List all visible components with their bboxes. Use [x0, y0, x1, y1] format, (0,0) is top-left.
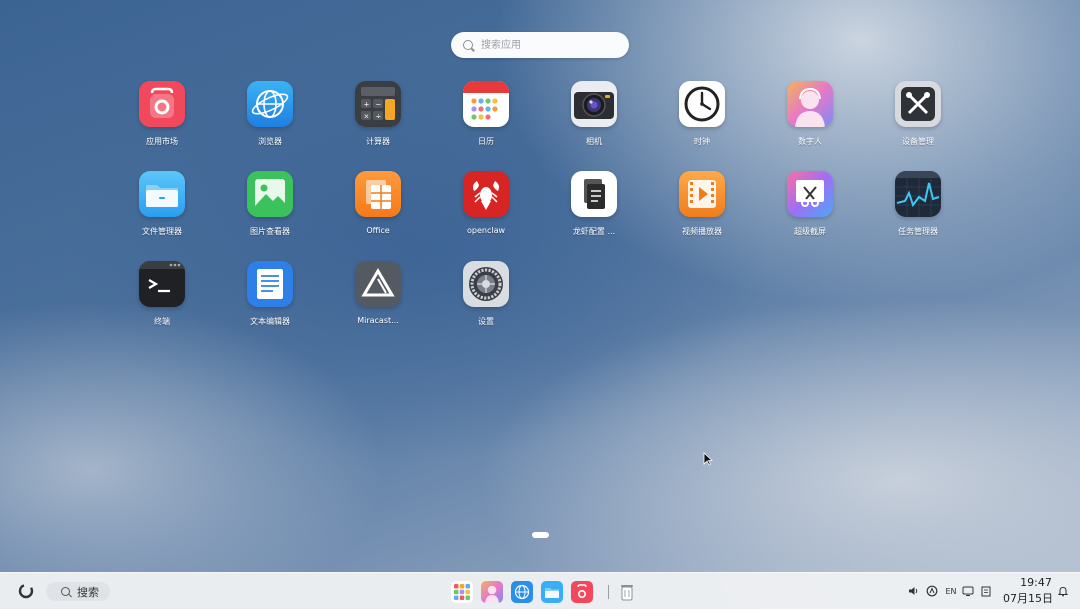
dock-separator: [608, 585, 609, 599]
app-terminal[interactable]: 终端: [116, 261, 208, 343]
app-image-viewer[interactable]: 图片查看器: [224, 171, 316, 253]
app-label: 应用市场: [146, 137, 178, 146]
image-viewer-icon: [247, 171, 293, 217]
screenshot-scissors-icon: [787, 171, 833, 217]
app-label: 任务管理器: [898, 227, 938, 236]
app-office[interactable]: Office: [332, 171, 424, 253]
network-icon[interactable]: [962, 585, 974, 597]
app-file-manager[interactable]: 文件管理器: [116, 171, 208, 253]
camera-icon: [571, 81, 617, 127]
app-label: 计算器: [366, 137, 390, 146]
device-manager-icon: [895, 81, 941, 127]
app-label: 图片查看器: [250, 227, 290, 236]
lobster-icon: [463, 171, 509, 217]
app-openclaw[interactable]: openclaw: [440, 171, 532, 253]
app-label: 设备管理: [902, 137, 934, 146]
app-label: 设置: [478, 317, 494, 326]
clock-icon: [679, 81, 725, 127]
app-settings[interactable]: 设置: [440, 261, 532, 343]
browser-globe-icon: [511, 581, 533, 603]
document-config-icon: [571, 171, 617, 217]
app-calculator[interactable]: + − × ÷ 计算器: [332, 81, 424, 163]
dock-browser[interactable]: [511, 581, 533, 603]
app-lobster-config[interactable]: 龙虾配置 ...: [548, 171, 640, 253]
app-label: 日历: [478, 137, 494, 146]
app-label: Miracast...: [357, 316, 399, 325]
app-calendar[interactable]: 日历: [440, 81, 532, 163]
app-label: 超级截屏: [794, 227, 826, 236]
app-label: 终端: [154, 317, 170, 326]
app-label: openclaw: [466, 226, 506, 235]
app-device-manager[interactable]: 设备管理: [872, 81, 964, 163]
dock-trash[interactable]: [616, 581, 638, 603]
app-label: 相机: [586, 137, 602, 146]
app-super-screenshot[interactable]: 超级截屏: [764, 171, 856, 253]
launcher-search-input[interactable]: [479, 38, 623, 52]
text-editor-icon: [247, 261, 293, 307]
app-miracast[interactable]: Miracast...: [332, 261, 424, 343]
start-menu-icon[interactable]: [18, 583, 34, 599]
svg-text:−: −: [376, 101, 382, 109]
app-app-store[interactable]: 应用市场: [116, 81, 208, 163]
app-label: 时钟: [694, 137, 710, 146]
launcher-search[interactable]: [451, 32, 629, 58]
settings-gear-icon: [463, 261, 509, 307]
clock-date[interactable]: 07月15日: [1002, 590, 1054, 606]
page-indicator[interactable]: [532, 532, 549, 538]
app-label: 视频播放器: [682, 227, 722, 236]
task-monitor-icon: [895, 171, 941, 217]
app-clock[interactable]: 时钟: [656, 81, 748, 163]
video-player-icon: [679, 171, 725, 217]
dock-app-store[interactable]: [571, 581, 593, 603]
app-label: 文件管理器: [142, 227, 182, 236]
volume-icon[interactable]: [908, 585, 920, 597]
app-label: 浏览器: [258, 137, 282, 146]
app-label: Office: [366, 226, 390, 235]
app-label: 龙虾配置 ...: [572, 227, 616, 236]
app-text-editor[interactable]: 文本编辑器: [224, 261, 316, 343]
office-icon: [355, 171, 401, 217]
dock-file-manager[interactable]: [541, 581, 563, 603]
taskbar: 搜索 EN: [0, 572, 1080, 609]
ai-assistant-icon[interactable]: [926, 585, 938, 597]
folder-icon: [541, 581, 563, 603]
app-task-manager[interactable]: 任务管理器: [872, 171, 964, 253]
app-label: 文本编辑器: [250, 317, 290, 326]
terminal-icon: [139, 261, 185, 307]
dock-digital-human[interactable]: [481, 581, 503, 603]
input-method-indicator[interactable]: EN: [944, 585, 958, 597]
taskbar-search[interactable]: 搜索: [46, 582, 110, 601]
clipboard-icon[interactable]: [980, 585, 992, 597]
search-icon: [463, 40, 473, 50]
svg-text:×: ×: [364, 113, 370, 121]
calendar-icon: [463, 81, 509, 127]
notification-bell-icon[interactable]: [1057, 585, 1069, 597]
folder-icon: [139, 171, 185, 217]
mouse-cursor-icon: [703, 451, 714, 470]
dock-launcher[interactable]: [451, 581, 473, 603]
clock-time[interactable]: 19:47: [1018, 576, 1054, 589]
taskbar-search-label: 搜索: [77, 585, 99, 599]
app-grid-icon: [451, 581, 473, 603]
svg-text:+: +: [364, 101, 370, 109]
app-camera[interactable]: 相机: [548, 81, 640, 163]
calculator-icon: + − × ÷: [355, 81, 401, 127]
digital-human-icon: [787, 81, 833, 127]
browser-globe-icon: [247, 81, 293, 127]
app-label: 数字人: [798, 137, 822, 146]
app-video-player[interactable]: 视频播放器: [656, 171, 748, 253]
miracast-triangle-icon: [355, 261, 401, 307]
search-icon: [61, 587, 70, 596]
app-browser[interactable]: 浏览器: [224, 81, 316, 163]
trash-icon: [621, 585, 633, 601]
app-store-icon: [571, 581, 593, 603]
svg-text:÷: ÷: [376, 113, 382, 121]
app-digital-human[interactable]: 数字人: [764, 81, 856, 163]
digital-human-icon: [481, 581, 503, 603]
app-store-icon: [139, 81, 185, 127]
